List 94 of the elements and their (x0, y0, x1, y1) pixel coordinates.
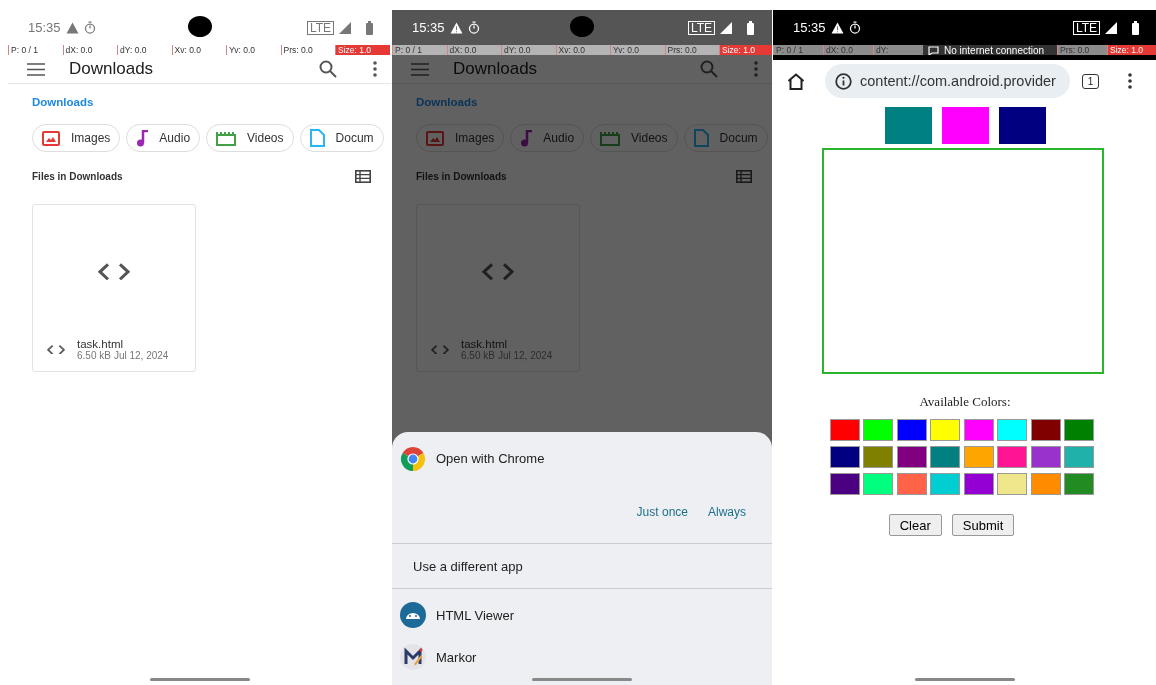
color-swatch[interactable] (963, 473, 994, 495)
color-swatch[interactable] (997, 446, 1028, 468)
markor-app-icon (400, 644, 426, 670)
code-icon (47, 344, 65, 355)
app-title: Downloads (453, 59, 539, 79)
app-name: Markor (436, 649, 477, 665)
color-swatch[interactable] (997, 473, 1028, 495)
document-icon (309, 129, 325, 147)
message-off-icon (928, 45, 939, 56)
network-type-label: LTE (1072, 20, 1100, 35)
warning-icon (449, 21, 463, 34)
color-swatch[interactable] (829, 419, 860, 441)
app-option[interactable]: HTML Viewer (392, 594, 772, 636)
color-swatch[interactable] (829, 446, 860, 468)
color-swatch[interactable] (863, 446, 894, 468)
chrome-logo-icon (400, 445, 426, 472)
color-swatch[interactable] (896, 446, 927, 468)
color-swatch[interactable] (1064, 446, 1095, 468)
color-swatch[interactable] (1030, 446, 1061, 468)
signal-icon (339, 21, 351, 34)
tab-count-button[interactable]: 1 (1082, 73, 1099, 89)
network-type-label: LTE (306, 20, 334, 35)
chooser-title: Open with Chrome (436, 451, 545, 466)
clapperboard-icon (600, 130, 621, 146)
clapperboard-icon (216, 130, 237, 146)
code-icon (98, 262, 130, 281)
list-view-icon[interactable] (355, 170, 371, 183)
warning-icon (65, 21, 79, 34)
info-icon[interactable] (835, 72, 852, 90)
music-note-icon (136, 129, 149, 147)
section-heading: Files in Downloads (32, 171, 124, 182)
image-icon (426, 130, 444, 146)
color-swatch[interactable] (1064, 473, 1095, 495)
battery-icon (747, 20, 754, 35)
signal-icon (1105, 21, 1117, 34)
color-swatch[interactable] (896, 473, 927, 495)
color-swatch[interactable] (896, 419, 927, 441)
form-button[interactable]: Submit (951, 514, 1015, 536)
document-icon (693, 129, 709, 147)
file-size: 6.50 kB (77, 350, 111, 361)
menu-icon[interactable] (27, 62, 45, 76)
network-type-label: LTE (687, 20, 715, 35)
timer-icon (83, 21, 96, 34)
color-swatch[interactable] (829, 473, 860, 495)
camera-cutout (187, 16, 212, 37)
code-icon (482, 262, 514, 281)
color-swatch[interactable] (863, 419, 894, 441)
app-title: Downloads (69, 59, 155, 79)
section-heading: Files in Downloads (416, 171, 508, 182)
pointer-reading: Size: 1.0 (1107, 45, 1156, 55)
battery-icon (1132, 20, 1139, 35)
color-swatch[interactable] (930, 419, 961, 441)
color-swatch[interactable] (997, 419, 1028, 441)
android-app-icon (400, 602, 426, 628)
music-note-icon (520, 129, 533, 147)
color-swatch[interactable] (930, 446, 961, 468)
address-bar[interactable]: content://com.android.provider (825, 64, 1070, 98)
app-option[interactable]: Markor (392, 636, 772, 678)
more-options-icon[interactable] (1128, 73, 1132, 89)
warning-icon (830, 21, 844, 34)
color-swatch[interactable] (863, 473, 894, 495)
drawing-canvas[interactable] (822, 148, 1104, 374)
tab[interactable]: Downloads (32, 87, 94, 116)
color-swatch[interactable] (1030, 473, 1061, 495)
clock-time: 15:35 (28, 20, 61, 35)
timer-icon (848, 21, 861, 34)
app-name: HTML Viewer (436, 607, 515, 623)
choice-button[interactable]: Just once (626, 493, 698, 531)
file-date: Jul 12, 2024 (113, 350, 169, 361)
clock-time: 15:35 (412, 20, 445, 35)
code-icon (431, 344, 449, 355)
battery-icon (366, 20, 373, 35)
color-swatch[interactable] (930, 473, 961, 495)
pointer-reading: dX: 0.0 (823, 45, 873, 55)
timer-icon (467, 21, 480, 34)
home-icon[interactable] (787, 72, 805, 90)
palette-heading: Available Colors: (918, 394, 1012, 410)
file-name: task.html (77, 338, 124, 350)
signal-icon (720, 21, 732, 34)
color-swatch[interactable] (963, 446, 994, 468)
file-name: task.html (461, 338, 508, 350)
search-icon[interactable] (319, 60, 337, 78)
color-swatch[interactable] (1064, 419, 1095, 441)
more-options-icon[interactable] (373, 61, 377, 77)
image-icon (42, 130, 60, 146)
color-swatch[interactable] (1030, 419, 1061, 441)
pointer-reading: P: 0 / 1 (773, 45, 823, 55)
color-swatch[interactable] (963, 419, 994, 441)
file-card[interactable]: task.html 6.50 kB Jul 12, 2024 (32, 204, 196, 372)
camera-cutout (570, 16, 594, 37)
use-different-app-option[interactable]: Use a different app (392, 543, 772, 589)
clock-time: 15:35 (793, 20, 826, 35)
choice-button[interactable]: Always (698, 493, 756, 531)
form-button[interactable]: Clear (888, 514, 942, 536)
